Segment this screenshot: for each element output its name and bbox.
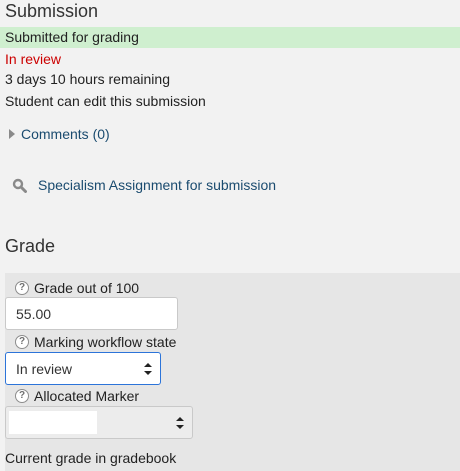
submission-status-row: Submitted for grading bbox=[0, 27, 460, 48]
workflow-label: Marking workflow state bbox=[34, 334, 177, 350]
question-circle-icon[interactable]: ? bbox=[15, 281, 29, 295]
grade-input-value: 55.00 bbox=[16, 306, 52, 322]
question-circle-icon[interactable]: ? bbox=[15, 335, 29, 349]
marker-label: Allocated Marker bbox=[34, 388, 140, 404]
submission-status-text: Submitted for grading bbox=[5, 29, 139, 45]
grade-input[interactable]: 55.00 bbox=[5, 297, 178, 330]
magnifier-icon bbox=[12, 178, 27, 193]
review-status-text: In review bbox=[5, 51, 62, 67]
workflow-state-select[interactable]: In review bbox=[5, 352, 161, 385]
allocated-marker-value bbox=[9, 411, 97, 434]
triangle-right-icon bbox=[9, 129, 15, 139]
select-arrows-icon bbox=[144, 363, 152, 375]
comments-toggle[interactable]: Comments (0) bbox=[9, 126, 129, 144]
time-remaining-text: 3 days 10 hours remaining bbox=[5, 71, 170, 87]
edit-permission-text: Student can edit this submission bbox=[5, 93, 206, 109]
comments-link[interactable]: Comments (0) bbox=[21, 126, 110, 142]
current-grade-label: Current grade in gradebook bbox=[5, 450, 177, 466]
question-circle-icon[interactable]: ? bbox=[15, 389, 29, 403]
grade-label: Grade out of 100 bbox=[34, 280, 140, 296]
file-row[interactable]: Specialism Assignment for submission bbox=[12, 176, 312, 196]
grade-heading: Grade bbox=[5, 236, 56, 256]
workflow-state-value: In review bbox=[16, 361, 73, 377]
submission-heading: Submission bbox=[5, 1, 99, 21]
allocated-marker-select[interactable] bbox=[5, 406, 193, 439]
select-arrows-icon bbox=[176, 417, 184, 429]
submission-file-link[interactable]: Specialism Assignment for submission bbox=[38, 177, 276, 193]
